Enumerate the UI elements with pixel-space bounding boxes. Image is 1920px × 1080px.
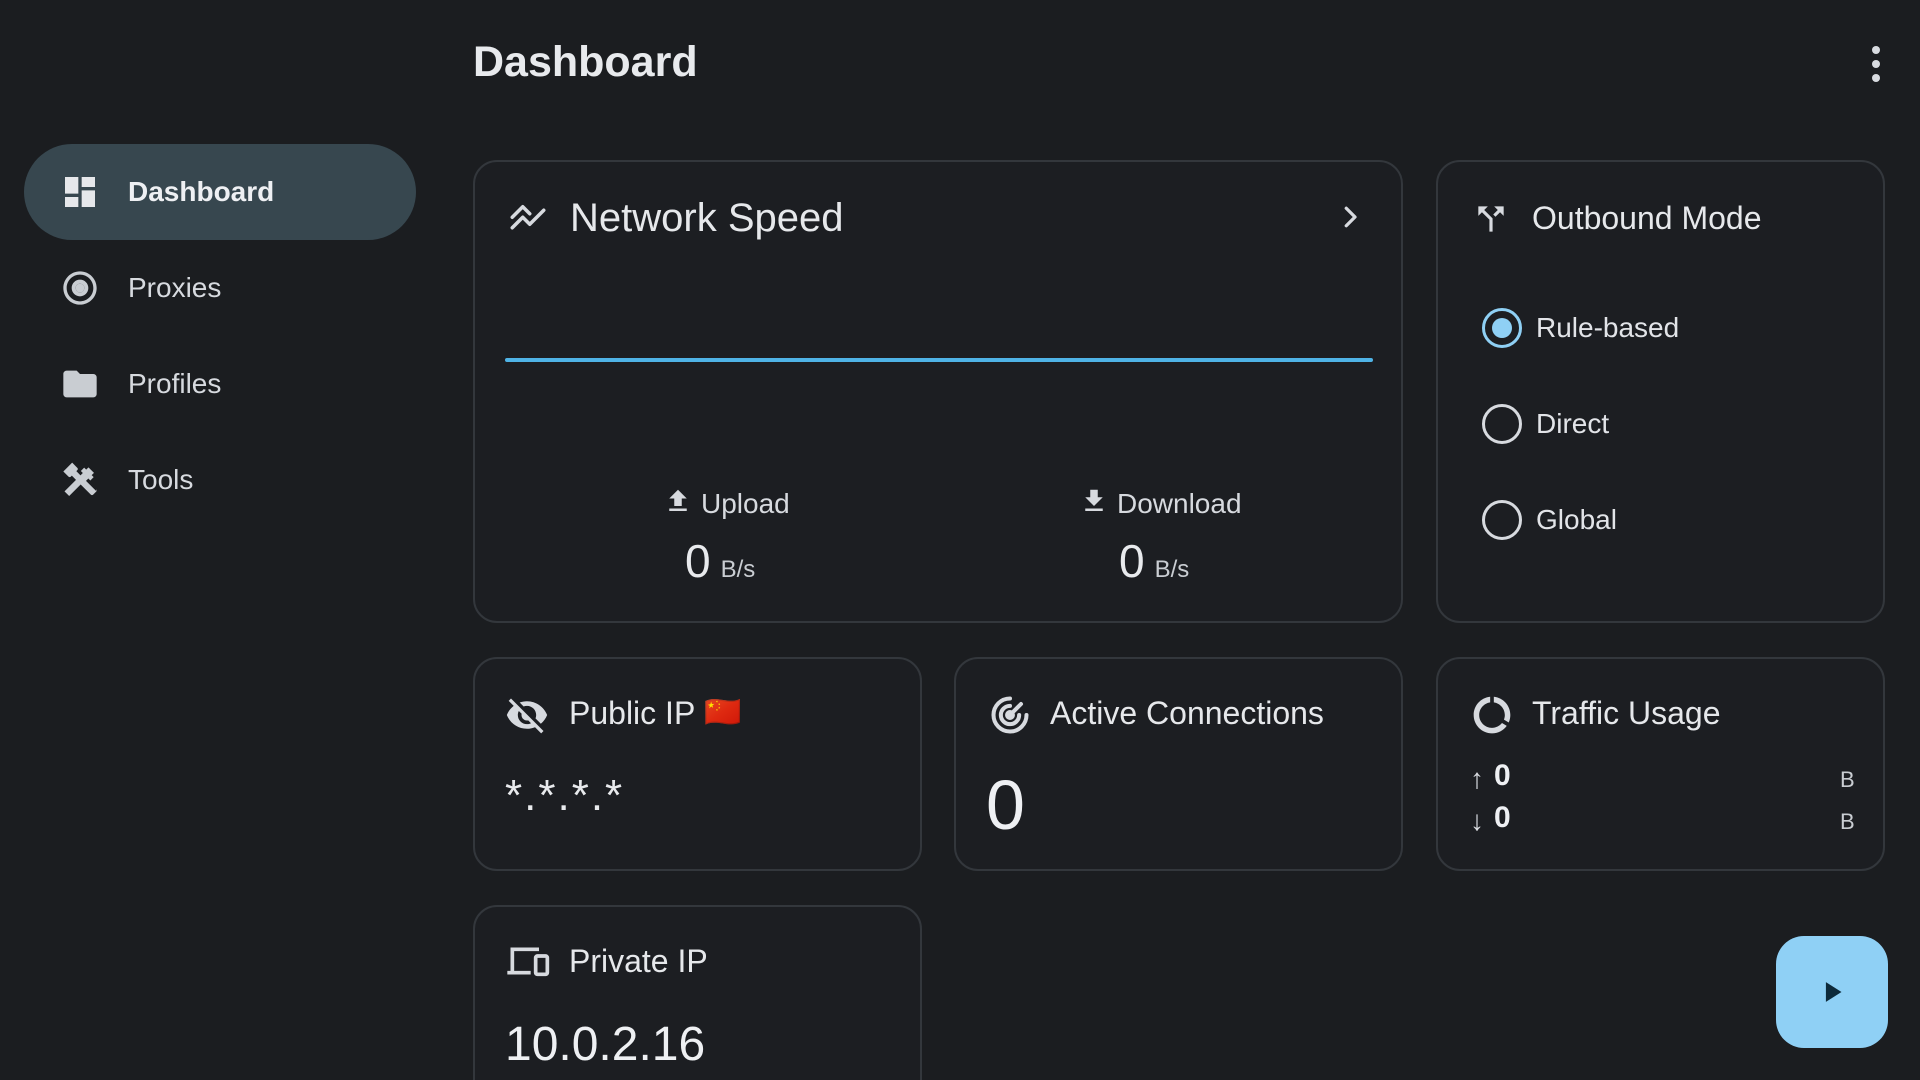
download-icon — [1079, 484, 1109, 523]
private-ip-value: 10.0.2.16 — [505, 1018, 706, 1071]
radio-checked-icon[interactable] — [1482, 308, 1522, 348]
sidebar-item-label: Proxies — [128, 272, 222, 303]
start-button[interactable] — [1776, 936, 1888, 1048]
traffic-usage-title: Traffic Usage — [1532, 695, 1721, 731]
private-ip-card[interactable]: Private IP 10.0.2.16 — [473, 905, 922, 1080]
data-usage-icon — [1470, 693, 1514, 742]
upload-label: Upload — [701, 487, 790, 519]
tools-icon — [60, 460, 100, 500]
radar-icon — [988, 693, 1032, 742]
download-label-group: Download — [1079, 484, 1242, 523]
download-label: Download — [1117, 487, 1242, 519]
outbound-mode-title: Outbound Mode — [1532, 200, 1762, 236]
public-ip-card[interactable]: Public IP 🇨🇳 *.*.*.* — [473, 657, 922, 871]
private-ip-title: Private IP — [569, 943, 708, 979]
sidebar-item-profiles[interactable]: Profiles — [24, 336, 416, 432]
upload-value-group: 0 B/s — [685, 534, 755, 588]
radio-unchecked-icon[interactable] — [1482, 500, 1522, 540]
outbound-option-label: Rule-based — [1536, 312, 1680, 343]
download-value-group: 0 B/s — [1119, 534, 1189, 588]
active-connections-value: 0 — [986, 766, 1025, 844]
download-value: 0 — [1119, 535, 1145, 587]
public-ip-value: *.*.*.* — [505, 771, 625, 820]
sidebar-item-tools[interactable]: Tools — [24, 432, 416, 528]
upload-icon — [663, 484, 693, 523]
radio-unchecked-icon[interactable] — [1482, 404, 1522, 444]
chevron-right-icon[interactable] — [1335, 202, 1365, 237]
active-connections-card[interactable]: Active Connections 0 — [954, 657, 1403, 871]
outbound-option-label: Global — [1536, 504, 1617, 535]
traffic-usage-card[interactable]: Traffic Usage ↑ 0 B ↓ 0 B — [1436, 657, 1885, 871]
folder-icon — [60, 364, 100, 404]
page-title: Dashboard — [473, 38, 698, 86]
outbound-option-label: Direct — [1536, 408, 1610, 439]
traffic-down-value: 0 — [1494, 801, 1511, 834]
outbound-option-global[interactable]: Global — [1482, 500, 1617, 540]
upload-label-group: Upload — [663, 484, 790, 523]
dashboard-icon — [60, 172, 100, 212]
devices-icon — [505, 941, 553, 986]
more-vert-icon[interactable] — [1858, 44, 1894, 84]
radio-target-icon — [60, 268, 100, 308]
sidebar-item-label: Profiles — [128, 368, 222, 399]
arrow-up-icon: ↑ — [1470, 763, 1484, 794]
sidebar-item-label: Tools — [128, 464, 194, 495]
traffic-down-unit: B — [1840, 809, 1855, 834]
sidebar-item-label: Dashboard — [128, 176, 275, 207]
public-ip-title: Public IP — [569, 695, 696, 731]
outbound-mode-card: Outbound Mode Rule-based Direct Global — [1436, 160, 1885, 623]
sidebar-item-proxies[interactable]: Proxies — [24, 240, 416, 336]
sidebar: Dashboard Proxies Profiles Tools — [0, 0, 440, 1080]
arrow-down-icon: ↓ — [1470, 805, 1484, 836]
trending-icon — [507, 198, 549, 245]
visibility-off-icon[interactable] — [505, 693, 549, 742]
outbound-option-rule-based[interactable]: Rule-based — [1482, 308, 1679, 348]
upload-unit: B/s — [720, 556, 756, 583]
network-speed-card[interactable]: Network Speed Upload 0 B/s Download 0 B/… — [473, 160, 1403, 623]
outbound-option-direct[interactable]: Direct — [1482, 404, 1609, 444]
download-unit: B/s — [1154, 556, 1190, 583]
speed-chart-line — [505, 358, 1373, 362]
traffic-up-value: 0 — [1494, 759, 1511, 792]
traffic-up-unit: B — [1840, 767, 1855, 792]
play-icon — [1816, 974, 1850, 1015]
call-split-icon — [1472, 200, 1510, 243]
app-root: Dashboard Proxies Profiles Tools Dashboa… — [0, 0, 1920, 1080]
country-flag: 🇨🇳 — [704, 696, 742, 729]
active-connections-title: Active Connections — [1050, 695, 1324, 731]
sidebar-item-dashboard[interactable]: Dashboard — [24, 144, 416, 240]
network-speed-title: Network Speed — [570, 196, 844, 240]
upload-value: 0 — [685, 535, 711, 587]
